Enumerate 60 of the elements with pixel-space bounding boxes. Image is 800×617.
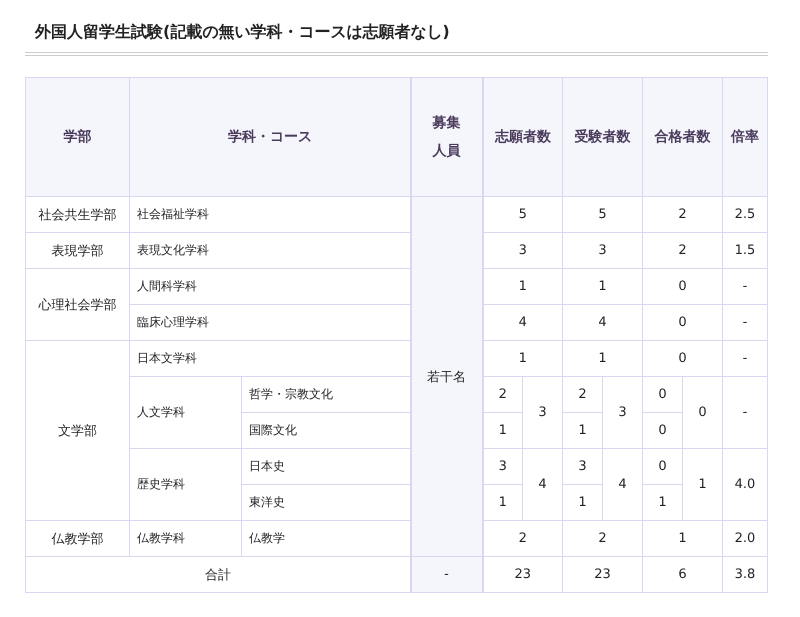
count-cell: 1 — [642, 520, 722, 556]
recruitment-cell: 若干名 — [410, 196, 482, 556]
count-cell: 3 — [562, 232, 642, 268]
total-cell: 6 — [642, 556, 722, 592]
count-cell: 1 — [482, 268, 562, 304]
count-cell: 2 — [562, 520, 642, 556]
faculty-cell: 表現学部 — [26, 232, 130, 268]
department-cell: 人文学科 — [130, 376, 242, 448]
total-cell: 23 — [482, 556, 562, 592]
rate-cell: 4.0 — [722, 448, 768, 520]
section-title: 外国人留学生試験(記載の無い学科・コースは志願者なし) — [35, 21, 450, 43]
count-cell: 2 — [642, 232, 722, 268]
count-cell: 2 — [642, 196, 722, 232]
column-header: 学部 — [26, 78, 130, 196]
count-cell: 0 — [642, 448, 682, 484]
rate-cell: - — [722, 268, 768, 304]
count-cell: 2 — [482, 376, 522, 412]
count-cell: 3 — [482, 448, 522, 484]
count-cell: 5 — [562, 196, 642, 232]
count-cell: 4 — [562, 304, 642, 340]
count-cell: 1 — [482, 340, 562, 376]
faculty-cell: 心理社会学部 — [26, 268, 130, 340]
recruitment-cell: - — [410, 556, 482, 592]
rate-cell: - — [722, 340, 768, 376]
column-header: 志願者数 — [482, 78, 562, 196]
rate-cell: 2.5 — [722, 196, 768, 232]
count-cell: 0 — [642, 376, 682, 412]
count-cell: 3 — [482, 232, 562, 268]
count-cell: 2 — [562, 376, 602, 412]
count-cell: 1 — [562, 268, 642, 304]
column-header: 受験者数 — [562, 78, 642, 196]
rate-cell: 2.0 — [722, 520, 768, 556]
count-cell: 0 — [642, 340, 722, 376]
rate-cell: - — [722, 304, 768, 340]
count-cell: 1 — [562, 340, 642, 376]
count-cell: 0 — [642, 268, 722, 304]
faculty-cell: 社会共生学部 — [26, 196, 130, 232]
subtotal-cell: 4 — [602, 448, 642, 520]
count-cell: 4 — [482, 304, 562, 340]
count-cell: 0 — [642, 304, 722, 340]
subtotal-cell: 3 — [602, 376, 642, 448]
subtotal-cell: 0 — [682, 376, 722, 448]
count-cell: 5 — [482, 196, 562, 232]
total-cell: 23 — [562, 556, 642, 592]
count-cell: 2 — [482, 520, 562, 556]
subtotal-cell: 1 — [682, 448, 722, 520]
faculty-cell: 文学部 — [26, 340, 130, 520]
count-cell: 3 — [562, 448, 602, 484]
subtotal-cell: 3 — [522, 376, 562, 448]
faculty-cell: 仏教学部 — [26, 520, 130, 556]
department-cell: 歴史学科 — [130, 448, 242, 520]
column-header: 倍率 — [722, 78, 768, 196]
rate-cell: 1.5 — [722, 232, 768, 268]
rate-cell: - — [722, 376, 768, 448]
total-cell: 3.8 — [722, 556, 768, 592]
column-header: 合格者数 — [642, 78, 722, 196]
department-cell: 仏教学科 — [130, 520, 242, 556]
subtotal-cell: 4 — [522, 448, 562, 520]
column-header: 募集 人員 — [410, 78, 482, 196]
column-header: 学科・コース — [130, 78, 410, 196]
